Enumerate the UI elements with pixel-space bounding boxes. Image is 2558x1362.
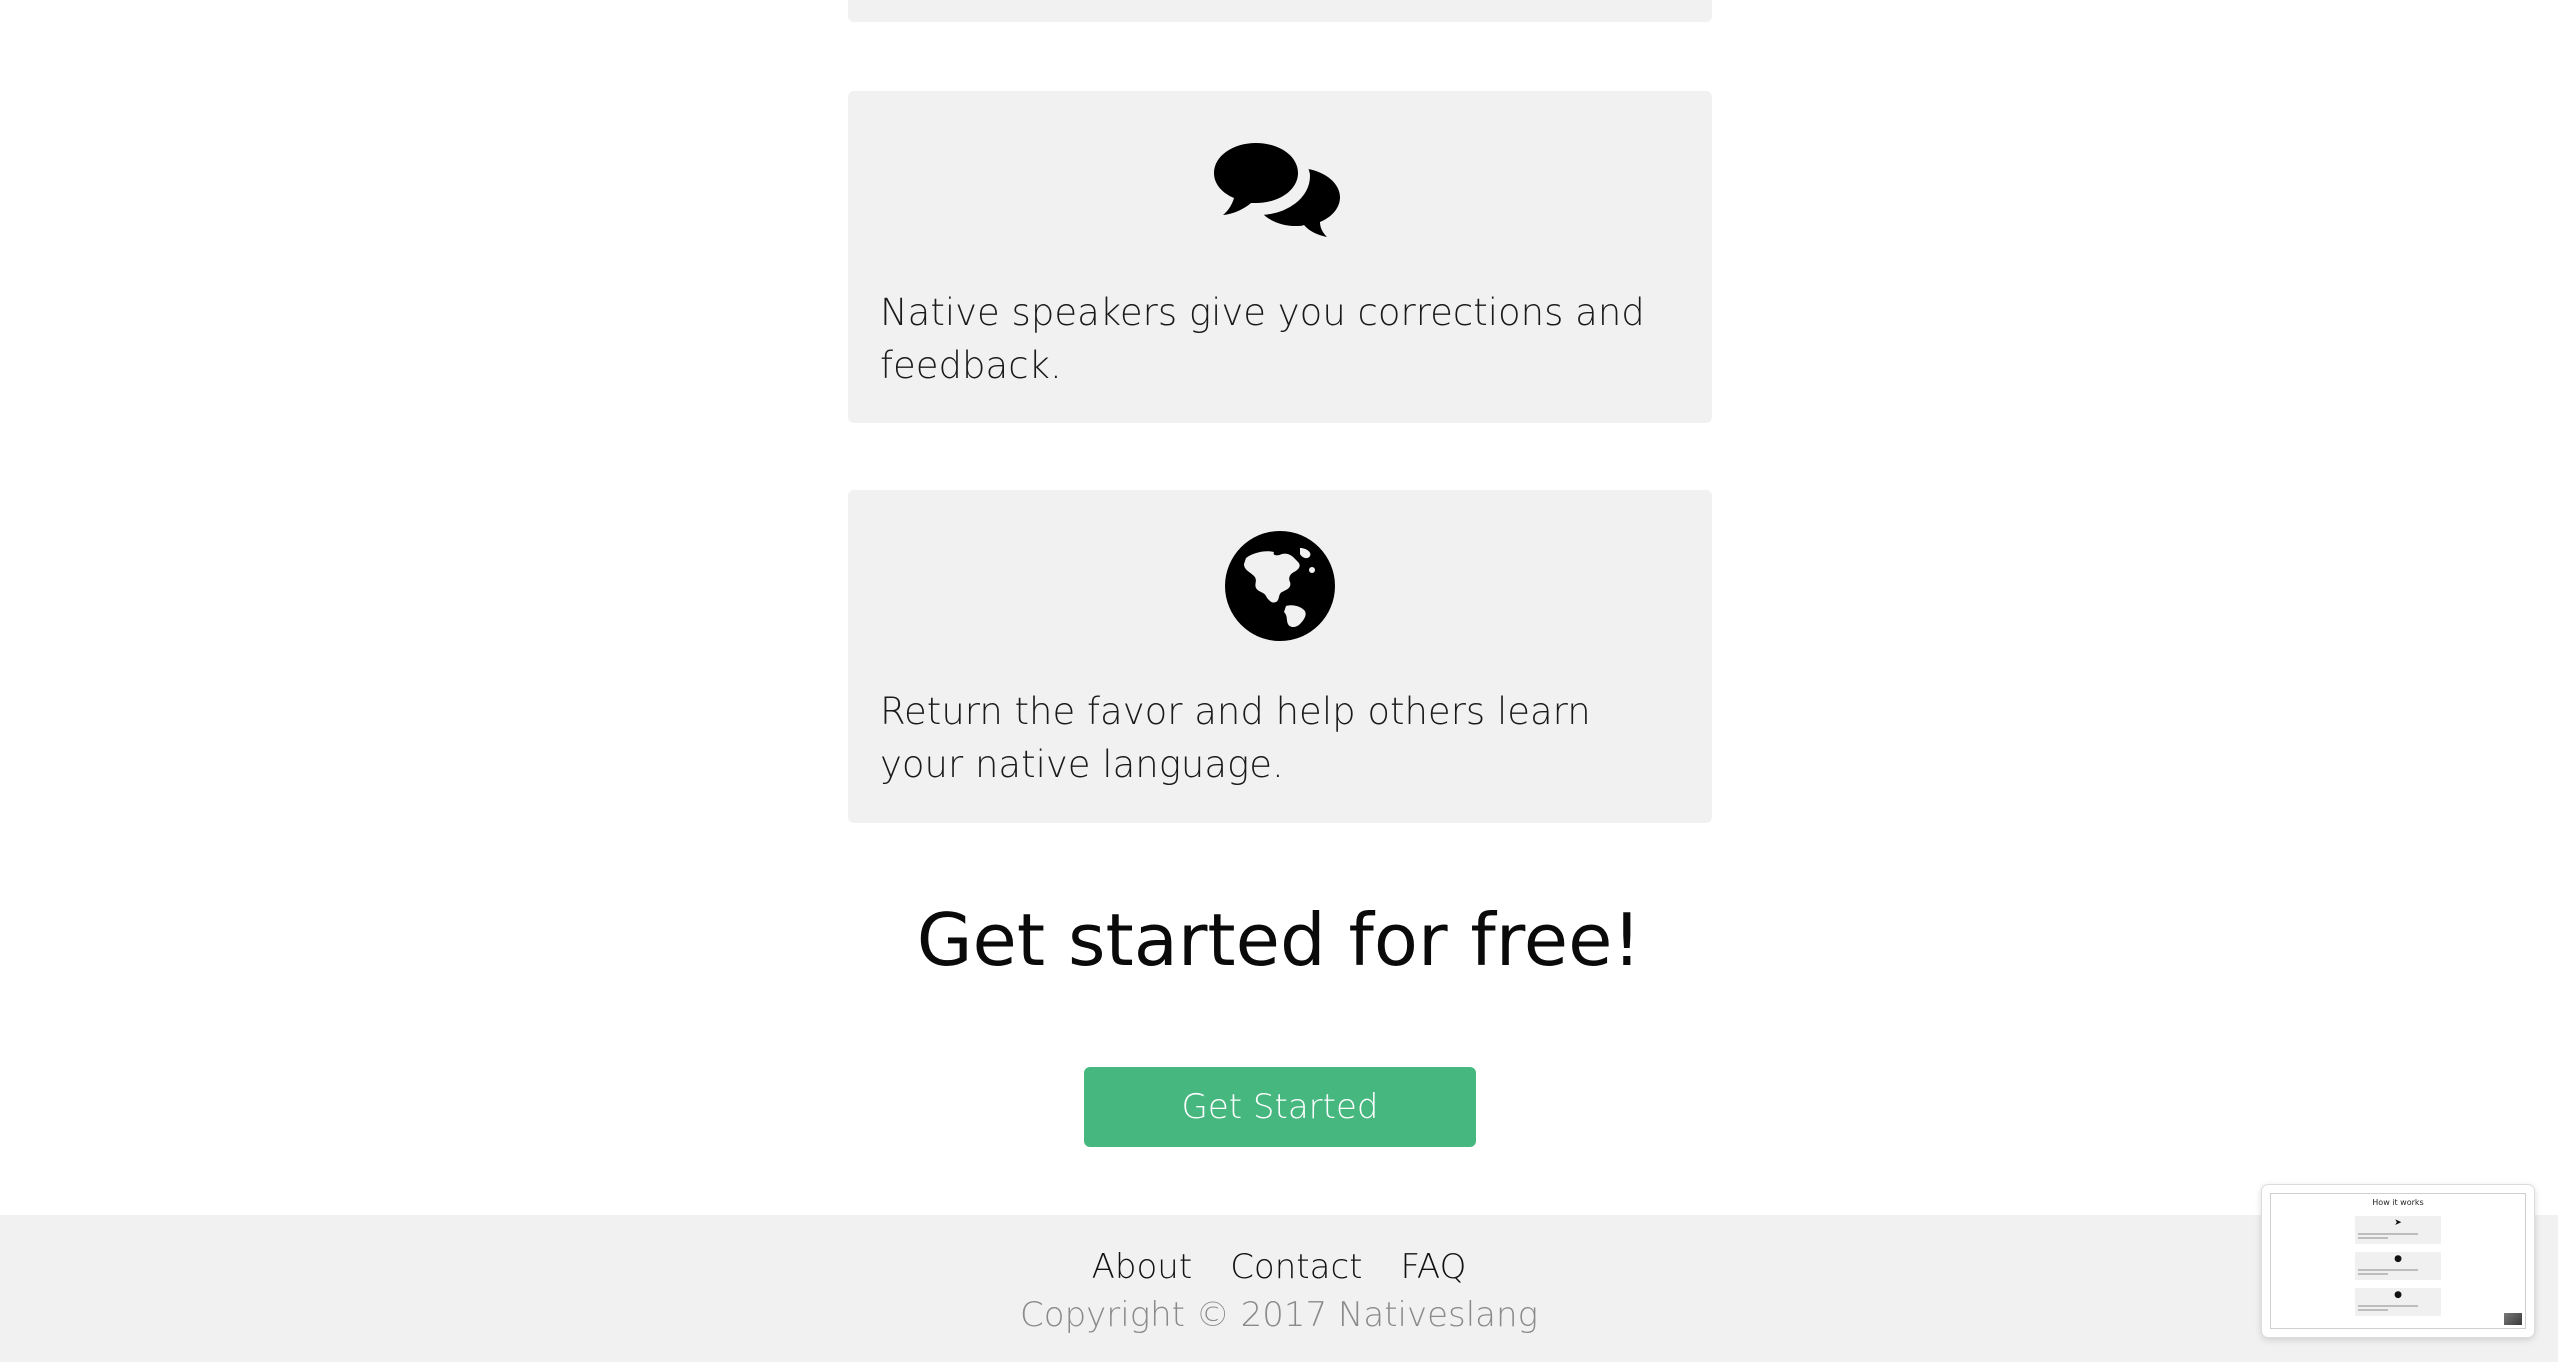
speech-bubbles-icon [848,141,1712,245]
step-card-previous [848,0,1712,22]
footer-link-about[interactable]: About [1092,1245,1193,1289]
preview-card-help-others: ● [2355,1288,2441,1316]
footer-link-faq[interactable]: FAQ [1400,1245,1466,1289]
footer-nav: About Contact FAQ [0,1245,2558,1289]
cta-heading: Get started for free! [916,898,1642,982]
copyright-text: Copyright © 2017 Nativeslang [1020,1295,1538,1335]
step-card-feedback: Native speakers give you corrections and… [848,91,1712,423]
footer-link-contact[interactable]: Contact [1230,1245,1362,1289]
speech-bubbles-icon: ● [2394,1254,2402,1264]
preview-card-feedback: ● [2355,1252,2441,1280]
step-text: Native speakers give you corrections and… [880,291,1645,387]
step-text: Return the favor and help others learn y… [880,690,1591,786]
footer: About Contact FAQ Copyright © 2017 Nativ… [0,1215,2558,1362]
preview-frame: How it works ➤ ● ● [2270,1193,2526,1329]
preview-image-icon [2504,1313,2522,1325]
globe-americas-icon [848,530,1712,642]
page-preview-thumbnail[interactable]: How it works ➤ ● ● [2262,1185,2534,1337]
globe-americas-icon: ● [2394,1290,2402,1300]
preview-title: How it works [2372,1198,2424,1207]
preview-card-send: ➤ [2355,1216,2441,1244]
get-started-button[interactable]: Get Started [1084,1067,1476,1147]
paper-plane-icon: ➤ [2394,1218,2402,1228]
step-card-help-others: Return the favor and help others learn y… [848,490,1712,823]
